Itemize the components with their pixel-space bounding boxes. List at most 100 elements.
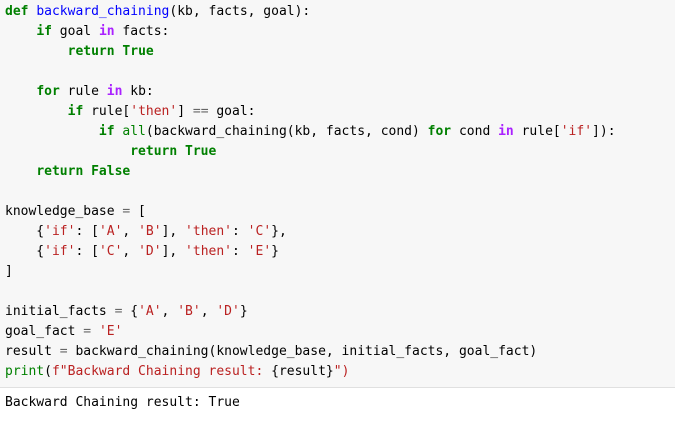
code-token: 'C' bbox=[247, 224, 272, 239]
code-token: ], bbox=[161, 244, 186, 259]
code-token: }, bbox=[271, 224, 287, 239]
code-token: { bbox=[5, 224, 45, 239]
code-token: (kb, facts, goal): bbox=[169, 4, 311, 19]
code-token: 'E' bbox=[247, 244, 272, 259]
code-token: return bbox=[130, 144, 178, 159]
code-line: if goal in facts: bbox=[0, 22, 675, 42]
code-token: 'A' bbox=[98, 224, 123, 239]
code-token: , bbox=[122, 244, 139, 259]
code-line: {'if': ['A', 'B'], 'then': 'C'}, bbox=[0, 222, 675, 242]
code-token: cond bbox=[451, 124, 499, 139]
code-token: True bbox=[185, 144, 217, 159]
code-token: for bbox=[427, 124, 452, 139]
code-token: initial_facts bbox=[5, 304, 115, 319]
code-token: : [ bbox=[75, 244, 99, 259]
code-cell-input[interactable]: def backward_chaining(kb, facts, goal): … bbox=[0, 0, 675, 388]
code-token: { bbox=[5, 244, 45, 259]
code-token: = bbox=[83, 324, 92, 339]
code-line: print(f"Backward Chaining result: {resul… bbox=[0, 362, 675, 382]
code-token: : bbox=[232, 224, 248, 239]
output-text: Backward Chaining result: True bbox=[5, 395, 240, 410]
code-token: , bbox=[200, 304, 217, 319]
code-line: return True bbox=[0, 42, 675, 62]
code-token: = bbox=[59, 344, 68, 359]
code-token: False bbox=[91, 164, 131, 179]
code-token: return bbox=[67, 44, 115, 59]
code-token: {result} bbox=[271, 364, 334, 379]
code-token: 'B' bbox=[138, 224, 162, 239]
code-token: rule[ bbox=[83, 104, 131, 119]
code-token: } bbox=[239, 304, 248, 319]
code-line: result = backward_chaining(knowledge_bas… bbox=[0, 342, 675, 362]
code-token: ] bbox=[5, 264, 13, 279]
code-token: 'B' bbox=[177, 304, 201, 319]
code-token: if bbox=[98, 124, 115, 139]
code-token: 'D' bbox=[216, 304, 240, 319]
code-token: 'A' bbox=[138, 304, 162, 319]
code-token: ], bbox=[161, 224, 186, 239]
code-token: rule bbox=[59, 84, 107, 99]
code-token: } bbox=[271, 244, 279, 259]
code-token: 'if' bbox=[44, 224, 76, 239]
code-token: if bbox=[67, 104, 84, 119]
notebook-cell: def backward_chaining(kb, facts, goal): … bbox=[0, 0, 675, 427]
code-line: return True bbox=[0, 142, 675, 162]
code-line: if all(backward_chaining(kb, facts, cond… bbox=[0, 122, 675, 142]
code-line: initial_facts = {'A', 'B', 'D'} bbox=[0, 302, 675, 322]
code-token: True bbox=[122, 44, 154, 59]
code-token: , bbox=[161, 304, 178, 319]
code-token: knowledge_base bbox=[5, 204, 123, 219]
code-token: for bbox=[36, 84, 60, 99]
code-token: == bbox=[192, 104, 209, 119]
code-token: 'then' bbox=[130, 104, 178, 119]
code-token: in bbox=[498, 124, 514, 139]
code-token: goal_fact bbox=[5, 324, 84, 339]
code-token: [ bbox=[130, 204, 146, 219]
code-token: ") bbox=[333, 364, 350, 379]
code-token: , bbox=[122, 224, 139, 239]
code-token: def bbox=[5, 4, 29, 19]
code-token: 'if' bbox=[44, 244, 76, 259]
code-token: ]): bbox=[592, 124, 616, 139]
code-cell-output: Backward Chaining result: True bbox=[0, 388, 675, 427]
code-token: rule[ bbox=[513, 124, 561, 139]
code-line: return False bbox=[0, 162, 675, 182]
code-line: ] bbox=[0, 262, 675, 282]
code-token: if bbox=[36, 24, 52, 39]
code-token: backward_chaining bbox=[36, 4, 170, 19]
code-token: in bbox=[106, 84, 123, 99]
code-line: if rule['then'] == goal: bbox=[0, 102, 675, 122]
code-line: {'if': ['C', 'D'], 'then': 'E'} bbox=[0, 242, 675, 262]
code-token: in bbox=[98, 24, 115, 39]
code-token: ( bbox=[44, 364, 52, 379]
code-token: 'C' bbox=[98, 244, 123, 259]
code-line: for rule in kb: bbox=[0, 82, 675, 102]
code-token: print bbox=[5, 364, 45, 379]
code-token: { bbox=[122, 304, 139, 319]
code-token: 'then' bbox=[185, 224, 233, 239]
code-token: : [ bbox=[75, 224, 99, 239]
code-line: knowledge_base = [ bbox=[0, 202, 675, 222]
code-line: goal_fact = 'E' bbox=[0, 322, 675, 342]
code-token: 'E' bbox=[98, 324, 123, 339]
code-token: backward_chaining(knowledge_base, initia… bbox=[67, 344, 538, 359]
code-line: def backward_chaining(kb, facts, goal): bbox=[0, 2, 675, 22]
code-token: goal: bbox=[208, 104, 256, 119]
code-token: all bbox=[122, 124, 146, 139]
code-token: (backward_chaining(kb, facts, cond) bbox=[145, 124, 428, 139]
code-token: 'if' bbox=[560, 124, 593, 139]
code-token: facts: bbox=[114, 24, 170, 39]
